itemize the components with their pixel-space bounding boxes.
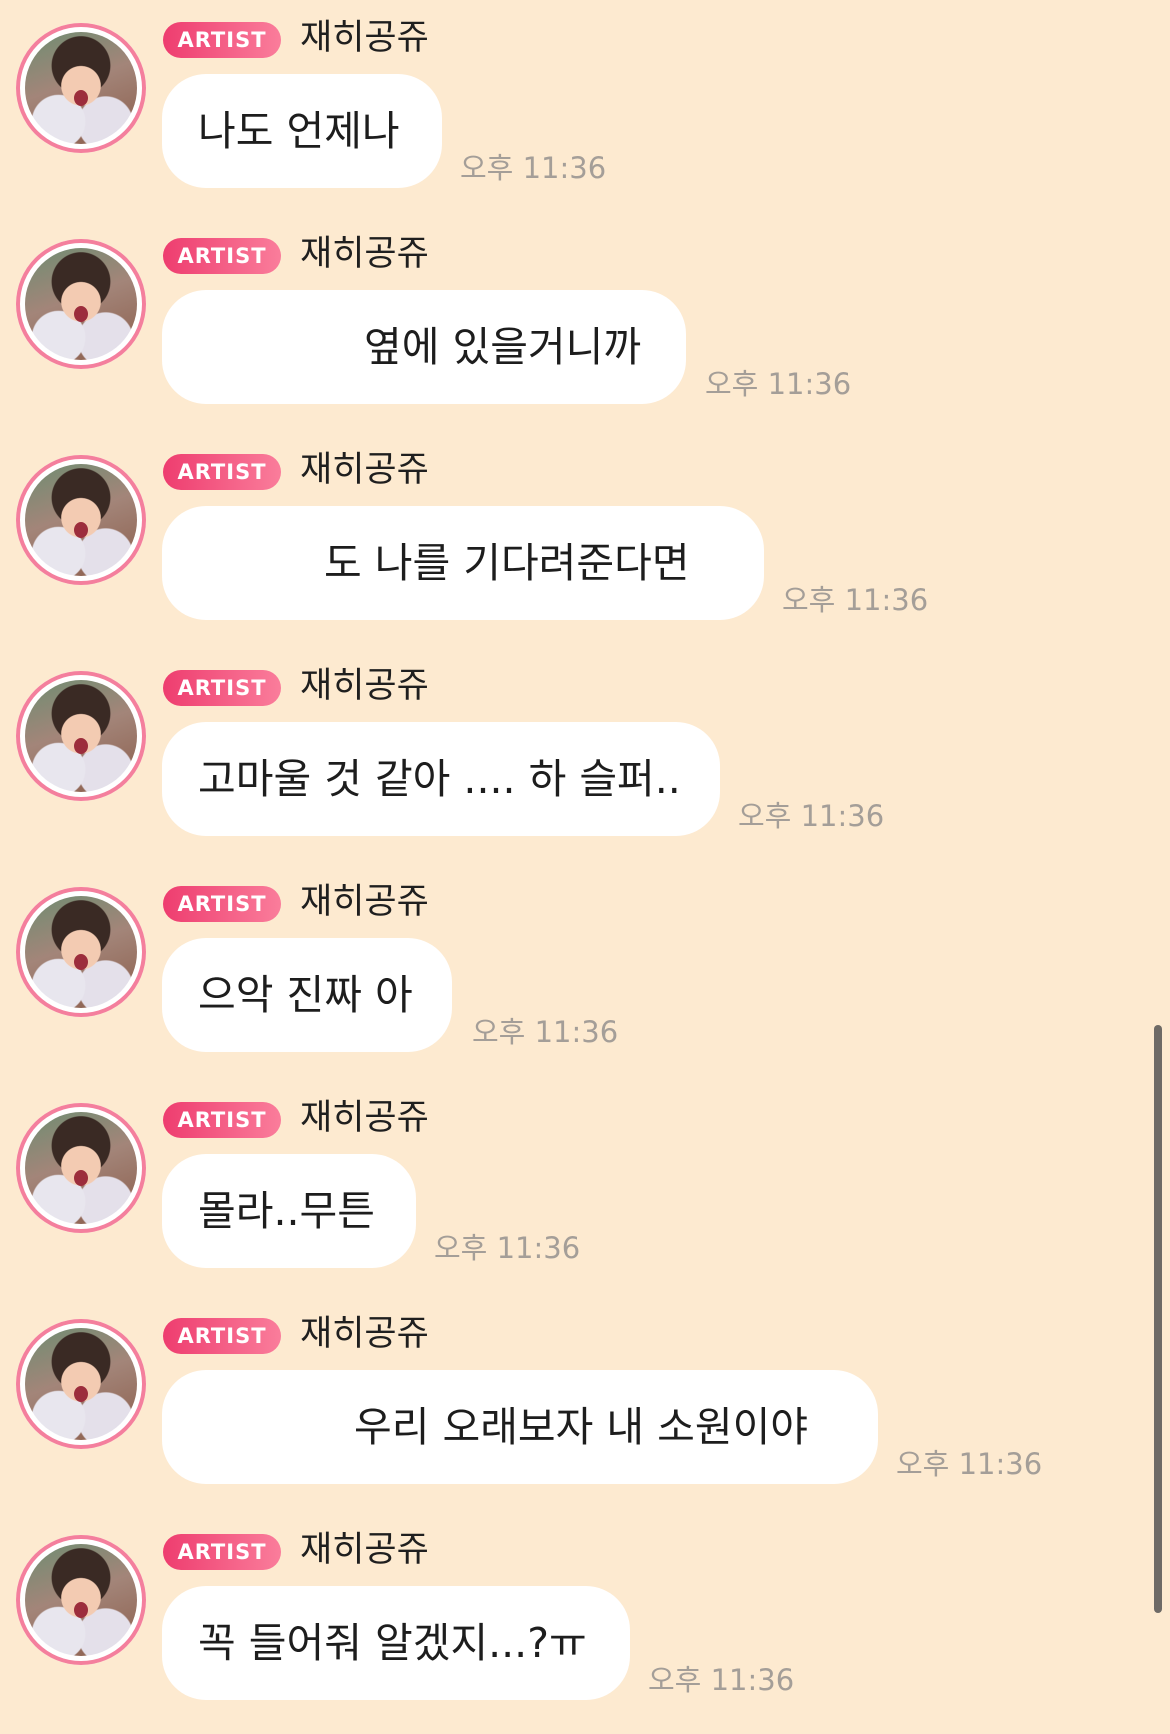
sender-name: 재히공쥬 bbox=[300, 450, 429, 490]
artist-avatar[interactable] bbox=[16, 1103, 146, 1233]
message-text: 몰라..무튼 bbox=[198, 1187, 375, 1235]
chat-message-list[interactable]: ARTIST 재히공쥬 나도 언제나 오후 11:36 ARTIST 재히공쥬 … bbox=[0, 0, 1170, 1734]
artist-badge: ARTIST bbox=[163, 886, 281, 922]
sender-name: 재히공쥬 bbox=[300, 882, 429, 922]
message-time: 오후 11:36 bbox=[705, 367, 852, 401]
sender-name: 재히공쥬 bbox=[300, 1530, 429, 1570]
message-row: ARTIST 재히공쥬 나도 언제나 오후 11:36 bbox=[0, 0, 1150, 196]
sender-name: 재히공쥬 bbox=[300, 18, 429, 58]
artist-avatar[interactable] bbox=[16, 671, 146, 801]
artist-badge: ARTIST bbox=[163, 670, 281, 706]
redacted-blur bbox=[198, 1408, 348, 1446]
message-time: 오후 11:36 bbox=[434, 1231, 581, 1265]
message-time: 오후 11:36 bbox=[648, 1663, 795, 1697]
message-time: 오후 11:36 bbox=[782, 583, 929, 617]
message-bubble[interactable]: 으악 진짜 아 bbox=[162, 938, 452, 1052]
avatar-photo-icon bbox=[25, 1544, 137, 1656]
avatar-photo-icon bbox=[25, 464, 137, 576]
message-row: ARTIST 재히공쥬 우리 오래보자 내 소원이야 오후 11:36 bbox=[0, 1296, 1150, 1492]
message-time: 오후 11:36 bbox=[738, 799, 885, 833]
artist-badge: ARTIST bbox=[163, 238, 281, 274]
message-bubble[interactable]: 옆에 있을거니까 bbox=[162, 290, 686, 404]
artist-badge: ARTIST bbox=[163, 22, 281, 58]
avatar-photo-icon bbox=[25, 32, 137, 144]
sender-name: 재히공쥬 bbox=[300, 234, 429, 274]
message-row: ARTIST 재히공쥬 몰라..무튼 오후 11:36 bbox=[0, 1080, 1150, 1276]
message-time: 오후 11:36 bbox=[896, 1447, 1043, 1481]
artist-badge: ARTIST bbox=[163, 1102, 281, 1138]
artist-badge: ARTIST bbox=[163, 1534, 281, 1570]
scrollbar[interactable] bbox=[1150, 0, 1170, 1734]
message-time: 오후 11:36 bbox=[460, 151, 607, 185]
sender-name: 재히공쥬 bbox=[300, 666, 429, 706]
redacted-blur bbox=[198, 544, 318, 582]
message-text: 으악 진짜 아 bbox=[198, 971, 413, 1019]
message-bubble[interactable]: 우리 오래보자 내 소원이야 bbox=[162, 1370, 878, 1484]
message-text: 꼭 들어줘 알겠지...?ㅠ bbox=[198, 1619, 587, 1667]
message-row: ARTIST 재히공쥬 옆에 있을거니까 오후 11:36 bbox=[0, 216, 1150, 412]
avatar-photo-icon bbox=[25, 680, 137, 792]
artist-badge: ARTIST bbox=[163, 454, 281, 490]
message-text: 도 나를 기다려준다면 bbox=[324, 539, 690, 587]
avatar-photo-icon bbox=[25, 1112, 137, 1224]
message-text: 옆에 있을거니까 bbox=[364, 323, 642, 371]
message-row: ARTIST 재히공쥬 고마울 것 같아 .... 하 슬퍼.. 오후 11:3… bbox=[0, 648, 1150, 844]
message-bubble[interactable]: 몰라..무튼 bbox=[162, 1154, 416, 1268]
scrollbar-thumb[interactable] bbox=[1154, 1025, 1162, 1613]
artist-avatar[interactable] bbox=[16, 1535, 146, 1665]
message-bubble[interactable]: 고마울 것 같아 .... 하 슬퍼.. bbox=[162, 722, 720, 836]
artist-avatar[interactable] bbox=[16, 455, 146, 585]
message-bubble[interactable]: 도 나를 기다려준다면 bbox=[162, 506, 764, 620]
artist-avatar[interactable] bbox=[16, 23, 146, 153]
message-text: 나도 언제나 bbox=[198, 107, 400, 155]
message-bubble[interactable]: 꼭 들어줘 알겠지...?ㅠ bbox=[162, 1586, 630, 1700]
avatar-photo-icon bbox=[25, 248, 137, 360]
artist-avatar[interactable] bbox=[16, 239, 146, 369]
message-row: ARTIST 재히공쥬 도 나를 기다려준다면 오후 11:36 bbox=[0, 432, 1150, 628]
sender-name: 재히공쥬 bbox=[300, 1314, 429, 1354]
message-text: 우리 오래보자 내 소원이야 bbox=[354, 1403, 809, 1451]
message-row: ARTIST 재히공쥬 꼭 들어줘 알겠지...?ㅠ 오후 11:36 bbox=[0, 1512, 1150, 1708]
sender-name: 재히공쥬 bbox=[300, 1098, 429, 1138]
artist-avatar[interactable] bbox=[16, 887, 146, 1017]
artist-avatar[interactable] bbox=[16, 1319, 146, 1449]
avatar-photo-icon bbox=[25, 896, 137, 1008]
message-text: 고마울 것 같아 .... 하 슬퍼.. bbox=[198, 755, 681, 803]
avatar-photo-icon bbox=[25, 1328, 137, 1440]
redacted-blur bbox=[198, 328, 358, 366]
message-row: ARTIST 재히공쥬 으악 진짜 아 오후 11:36 bbox=[0, 864, 1150, 1060]
artist-badge: ARTIST bbox=[163, 1318, 281, 1354]
message-bubble[interactable]: 나도 언제나 bbox=[162, 74, 442, 188]
message-time: 오후 11:36 bbox=[472, 1015, 619, 1049]
